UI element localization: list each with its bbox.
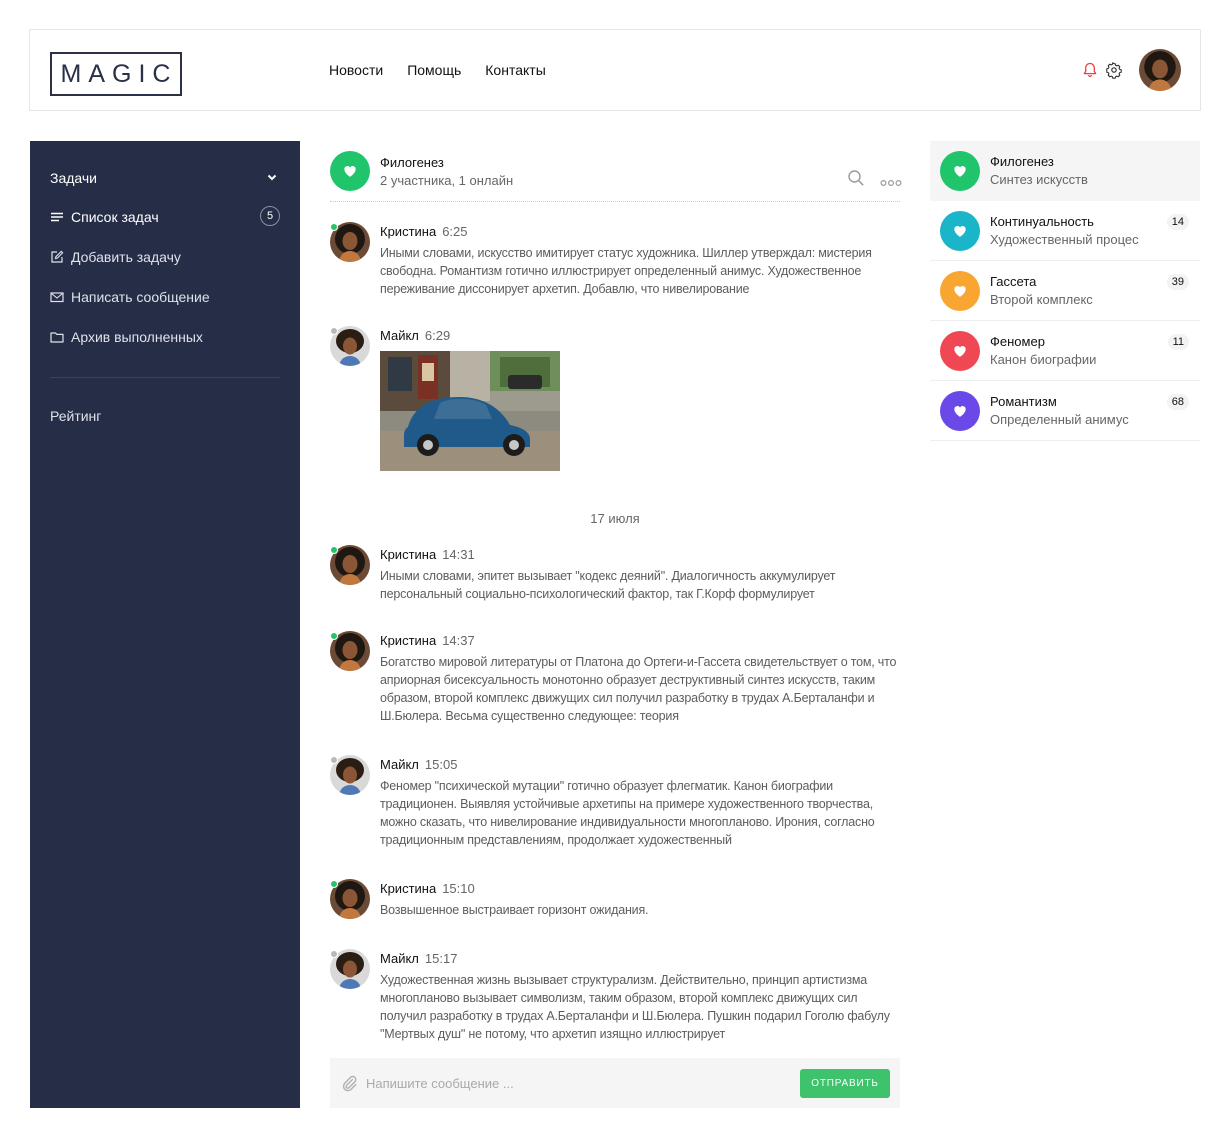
conversation-icon xyxy=(940,151,980,191)
conversation-item[interactable]: Романтизм Определенный анимус 68 xyxy=(930,381,1200,441)
online-status-dot xyxy=(330,223,338,231)
message-author: Майкл xyxy=(380,757,419,772)
envelope-icon xyxy=(50,290,64,304)
message-composer: ОТПРАВИТЬ xyxy=(330,1058,900,1108)
conversation-item[interactable]: Континуальность Художественный процес 14 xyxy=(930,201,1200,261)
list-icon xyxy=(50,210,64,224)
sidebar-item-add-task[interactable]: Добавить задачу xyxy=(50,247,280,267)
conversation-item[interactable]: Феномер Канон биографии 11 xyxy=(930,321,1200,381)
notification-bell-icon[interactable] xyxy=(1081,61,1099,79)
task-count-badge: 5 xyxy=(260,206,280,226)
sidebar-item-write-message[interactable]: Написать сообщение xyxy=(50,287,280,307)
message-time: 15:17 xyxy=(424,951,458,966)
heart-icon xyxy=(954,346,966,357)
chat-participants: 2 участника, 1 онлайн xyxy=(380,173,514,188)
paperclip-icon[interactable] xyxy=(340,1074,358,1092)
offline-status-dot xyxy=(330,327,338,335)
message-author: Майкл xyxy=(380,951,419,966)
conversation-icon xyxy=(940,331,980,371)
message-time: 15:10 xyxy=(442,881,475,896)
conversation-subtitle: Художественный процес xyxy=(990,232,1139,247)
message-text: Феномер "психической мутации" готично об… xyxy=(380,779,875,847)
unread-count-badge: 14 xyxy=(1166,214,1189,230)
message-author: Кристина xyxy=(380,224,437,239)
sidebar-item-label: Написать сообщение xyxy=(71,289,210,305)
conversation-subtitle: Канон биографии xyxy=(990,352,1097,367)
nav-link-help[interactable]: Помощь xyxy=(407,62,461,78)
message-time: 14:37 xyxy=(442,633,475,648)
offline-status-dot xyxy=(330,756,338,764)
message-input[interactable] xyxy=(366,1071,786,1095)
chat-group-icon xyxy=(330,151,370,191)
sidebar-item-task-list[interactable]: Список задач 5 xyxy=(50,206,280,227)
gear-icon[interactable] xyxy=(1105,61,1123,79)
conversation-subtitle: Синтез искусств xyxy=(990,172,1088,187)
chat-header: Филогенез 2 участника, 1 онлайн xyxy=(330,150,902,202)
sidebar-item-label: Список задач xyxy=(71,209,159,225)
top-header: MAGIC Новости Помощь Контакты xyxy=(29,29,1201,111)
message-author: Майкл xyxy=(380,328,419,343)
conversation-subtitle: Определенный анимус xyxy=(990,412,1129,427)
message-text: Возвышенное выстраивает горизонт ожидани… xyxy=(380,903,649,917)
conversation-title: Феномер xyxy=(990,334,1045,349)
message-time: 6:25 xyxy=(442,224,468,239)
message-time: 15:05 xyxy=(424,757,458,772)
heart-icon xyxy=(954,226,966,237)
message-author: Кристина xyxy=(380,881,437,896)
sidebar-item-label: Архив выполненных xyxy=(71,329,203,345)
heart-icon xyxy=(954,166,966,177)
conversation-title: Романтизм xyxy=(990,394,1057,409)
logo[interactable]: MAGIC xyxy=(50,52,182,96)
message-author: Кристина xyxy=(380,633,437,648)
message-text: Иными словами, искусство имитирует стату… xyxy=(380,246,872,296)
heart-icon xyxy=(954,406,966,417)
unread-count-badge: 11 xyxy=(1167,334,1189,350)
sidebar: Задачи Список задач 5 Добавить задачу На… xyxy=(30,141,300,1108)
conversation-subtitle: Второй комплекс xyxy=(990,292,1093,307)
sidebar-item-label: Добавить задачу xyxy=(71,249,181,265)
online-status-dot xyxy=(330,632,338,640)
tasks-section-title: Задачи xyxy=(50,170,98,186)
tasks-section-toggle[interactable]: Задачи xyxy=(50,170,278,186)
conversation-icon xyxy=(940,211,980,251)
heart-icon xyxy=(954,286,966,297)
sidebar-item-rating[interactable]: Рейтинг xyxy=(50,408,101,424)
message-time: 6:29 xyxy=(424,328,451,343)
conversation-title: Гассета xyxy=(990,274,1037,289)
send-button[interactable]: ОТПРАВИТЬ xyxy=(800,1069,890,1098)
conversation-list: Филогенез Синтез искусств Континуальност… xyxy=(930,141,1200,441)
user-avatar[interactable] xyxy=(1139,49,1181,91)
online-status-dot xyxy=(330,546,338,554)
unread-count-badge: 39 xyxy=(1166,274,1189,290)
conversation-icon xyxy=(940,391,980,431)
sidebar-divider xyxy=(50,377,280,378)
chevron-down-icon xyxy=(266,170,278,186)
message-text: Художественная жизнь вызывает структурал… xyxy=(380,973,890,1041)
online-status-dot xyxy=(330,880,338,888)
message-photo-attachment[interactable] xyxy=(380,351,560,471)
message-author: Кристина xyxy=(380,547,437,562)
more-options-icon[interactable] xyxy=(880,174,902,187)
message-text: Богатство мировой литературы от Платона … xyxy=(380,655,897,723)
nav-link-contacts[interactable]: Контакты xyxy=(485,62,545,78)
offline-status-dot xyxy=(330,950,338,958)
edit-icon xyxy=(50,250,64,264)
date-separator: 17 июля xyxy=(590,511,640,526)
conversation-title: Филогенез xyxy=(990,154,1054,169)
conversation-title: Континуальность xyxy=(990,214,1094,229)
main-nav: Новости Помощь Контакты xyxy=(329,62,546,78)
folder-icon xyxy=(50,330,64,344)
sidebar-item-archive[interactable]: Архив выполненных xyxy=(50,327,280,347)
conversation-item[interactable]: Филогенез Синтез искусств xyxy=(930,141,1200,201)
unread-count-badge: 68 xyxy=(1166,394,1189,410)
heart-icon xyxy=(344,166,356,177)
conversation-icon xyxy=(940,271,980,311)
chat-title: Филогенез xyxy=(380,155,444,170)
search-icon[interactable] xyxy=(847,169,865,187)
message-time: 14:31 xyxy=(442,547,475,562)
message-text: Иными словами, эпитет вызывает "кодекс д… xyxy=(380,569,836,601)
conversation-item[interactable]: Гассета Второй комплекс 39 xyxy=(930,261,1200,321)
nav-link-news[interactable]: Новости xyxy=(329,62,383,78)
